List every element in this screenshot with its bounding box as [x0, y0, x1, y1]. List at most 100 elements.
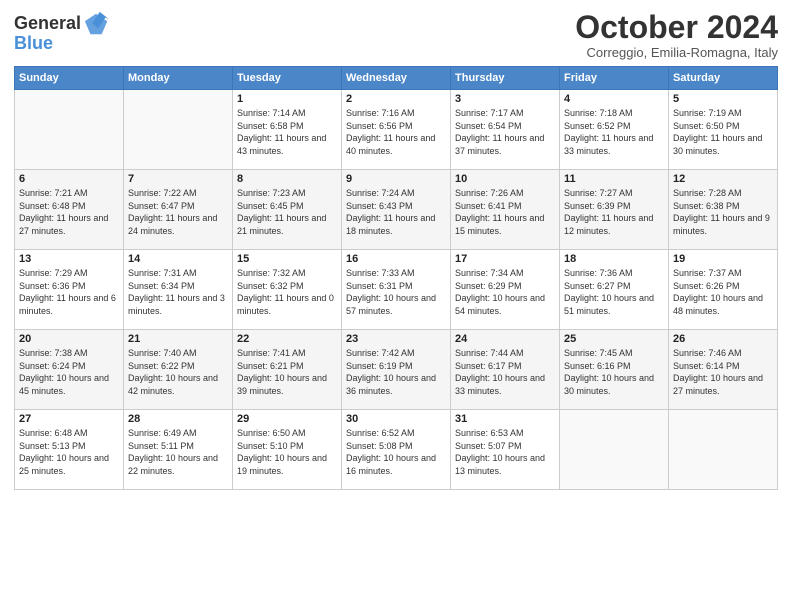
- location: Correggio, Emilia-Romagna, Italy: [575, 45, 778, 60]
- day-number: 1: [237, 93, 337, 105]
- weekday-header-wednesday: Wednesday: [342, 67, 451, 90]
- logo: General Blue: [14, 10, 111, 54]
- calendar-cell: 8 Sunrise: 7:23 AMSunset: 6:45 PMDaylight…: [233, 170, 342, 250]
- calendar-cell: [669, 410, 778, 490]
- header: General Blue October 2024 Correggio, Emi…: [14, 10, 778, 60]
- day-number: 30: [346, 413, 446, 425]
- weekday-header-thursday: Thursday: [451, 67, 560, 90]
- weekday-header-sunday: Sunday: [15, 67, 124, 90]
- day-info: Sunrise: 7:26 AMSunset: 6:41 PMDaylight:…: [455, 187, 555, 237]
- day-number: 25: [564, 333, 664, 345]
- day-info: Sunrise: 7:24 AMSunset: 6:43 PMDaylight:…: [346, 187, 446, 237]
- week-row-5: 27Sunrise: 6:48 AMSunset: 5:13 PMDayligh…: [15, 410, 778, 490]
- day-number: 8: [237, 173, 337, 185]
- calendar-cell: [560, 410, 669, 490]
- title-block: October 2024 Correggio, Emilia-Romagna, …: [575, 10, 778, 60]
- day-info: Sunrise: 6:48 AMSunset: 5:13 PMDaylight:…: [19, 427, 119, 477]
- day-number: 20: [19, 333, 119, 345]
- calendar-cell: 11Sunrise: 7:27 AMSunset: 6:39 PMDayligh…: [560, 170, 669, 250]
- day-number: 22: [237, 333, 337, 345]
- day-info: Sunrise: 7:31 AMSunset: 6:34 PMDaylight:…: [128, 267, 228, 317]
- calendar-cell: 4 Sunrise: 7:18 AMSunset: 6:52 PMDaylight…: [560, 90, 669, 170]
- calendar-cell: 18 Sunrise: 7:36 AMSunset: 6:27 PMDayligh…: [560, 250, 669, 330]
- day-info: Sunrise: 7:41 AMSunset: 6:21 PMDaylight:…: [237, 347, 337, 397]
- day-number: 21: [128, 333, 228, 345]
- day-number: 4: [564, 93, 664, 105]
- day-info: Sunrise: 6:53 AMSunset: 5:07 PMDaylight:…: [455, 427, 555, 477]
- calendar-cell: 30 Sunrise: 6:52 AMSunset: 5:08 PMDayligh…: [342, 410, 451, 490]
- day-number: 6: [19, 173, 119, 185]
- calendar-cell: 24 Sunrise: 7:44 AMSunset: 6:17 PMDayligh…: [451, 330, 560, 410]
- weekday-header-monday: Monday: [124, 67, 233, 90]
- calendar-cell: 9Sunrise: 7:24 AMSunset: 6:43 PMDaylight…: [342, 170, 451, 250]
- month-title: October 2024: [575, 10, 778, 45]
- day-info: Sunrise: 7:23 AMSunset: 6:45 PMDaylight:…: [237, 187, 337, 237]
- calendar-cell: 3Sunrise: 7:17 AMSunset: 6:54 PMDaylight…: [451, 90, 560, 170]
- calendar-cell: 22 Sunrise: 7:41 AMSunset: 6:21 PMDayligh…: [233, 330, 342, 410]
- logo-blue-text: Blue: [14, 34, 53, 54]
- day-number: 16: [346, 253, 446, 265]
- day-info: Sunrise: 6:52 AMSunset: 5:08 PMDaylight:…: [346, 427, 446, 477]
- day-info: Sunrise: 7:19 AMSunset: 6:50 PMDaylight:…: [673, 107, 773, 157]
- day-info: Sunrise: 7:34 AMSunset: 6:29 PMDaylight:…: [455, 267, 555, 317]
- day-number: 11: [564, 173, 664, 185]
- week-row-2: 6Sunrise: 7:21 AMSunset: 6:48 PMDaylight…: [15, 170, 778, 250]
- calendar-cell: 2 Sunrise: 7:16 AMSunset: 6:56 PMDaylight…: [342, 90, 451, 170]
- day-number: 14: [128, 253, 228, 265]
- calendar-cell: 7 Sunrise: 7:22 AMSunset: 6:47 PMDaylight…: [124, 170, 233, 250]
- calendar-cell: 20 Sunrise: 7:38 AMSunset: 6:24 PMDayligh…: [15, 330, 124, 410]
- calendar-cell: 26 Sunrise: 7:46 AMSunset: 6:14 PMDayligh…: [669, 330, 778, 410]
- day-number: 26: [673, 333, 773, 345]
- day-info: Sunrise: 7:40 AMSunset: 6:22 PMDaylight:…: [128, 347, 228, 397]
- day-info: Sunrise: 7:45 AMSunset: 6:16 PMDaylight:…: [564, 347, 664, 397]
- day-number: 17: [455, 253, 555, 265]
- day-info: Sunrise: 7:33 AMSunset: 6:31 PMDaylight:…: [346, 267, 446, 317]
- day-info: Sunrise: 7:38 AMSunset: 6:24 PMDaylight:…: [19, 347, 119, 397]
- calendar-cell: 6Sunrise: 7:21 AMSunset: 6:48 PMDaylight…: [15, 170, 124, 250]
- calendar-cell: 12 Sunrise: 7:28 AMSunset: 6:38 PMDayligh…: [669, 170, 778, 250]
- day-info: Sunrise: 7:36 AMSunset: 6:27 PMDaylight:…: [564, 267, 664, 317]
- calendar-cell: 25 Sunrise: 7:45 AMSunset: 6:16 PMDayligh…: [560, 330, 669, 410]
- calendar-cell: 10 Sunrise: 7:26 AMSunset: 6:41 PMDayligh…: [451, 170, 560, 250]
- day-number: 24: [455, 333, 555, 345]
- calendar-cell: 17 Sunrise: 7:34 AMSunset: 6:29 PMDayligh…: [451, 250, 560, 330]
- weekday-header-tuesday: Tuesday: [233, 67, 342, 90]
- day-info: Sunrise: 7:44 AMSunset: 6:17 PMDaylight:…: [455, 347, 555, 397]
- calendar-cell: 23Sunrise: 7:42 AMSunset: 6:19 PMDayligh…: [342, 330, 451, 410]
- day-info: Sunrise: 7:32 AMSunset: 6:32 PMDaylight:…: [237, 267, 337, 317]
- day-number: 19: [673, 253, 773, 265]
- weekday-header-friday: Friday: [560, 67, 669, 90]
- logo-icon: [83, 10, 111, 38]
- day-number: 2: [346, 93, 446, 105]
- weekday-header-row: SundayMondayTuesdayWednesdayThursdayFrid…: [15, 67, 778, 90]
- day-info: Sunrise: 7:28 AMSunset: 6:38 PMDaylight:…: [673, 187, 773, 237]
- day-info: Sunrise: 7:16 AMSunset: 6:56 PMDaylight:…: [346, 107, 446, 157]
- calendar-cell: 1Sunrise: 7:14 AMSunset: 6:58 PMDaylight…: [233, 90, 342, 170]
- calendar-cell: [124, 90, 233, 170]
- calendar-cell: 5 Sunrise: 7:19 AMSunset: 6:50 PMDaylight…: [669, 90, 778, 170]
- day-number: 10: [455, 173, 555, 185]
- day-number: 5: [673, 93, 773, 105]
- day-info: Sunrise: 7:46 AMSunset: 6:14 PMDaylight:…: [673, 347, 773, 397]
- day-number: 3: [455, 93, 555, 105]
- day-info: Sunrise: 7:18 AMSunset: 6:52 PMDaylight:…: [564, 107, 664, 157]
- day-number: 28: [128, 413, 228, 425]
- calendar-cell: 16 Sunrise: 7:33 AMSunset: 6:31 PMDayligh…: [342, 250, 451, 330]
- day-number: 29: [237, 413, 337, 425]
- calendar-cell: 21 Sunrise: 7:40 AMSunset: 6:22 PMDayligh…: [124, 330, 233, 410]
- calendar-cell: [15, 90, 124, 170]
- day-info: Sunrise: 7:37 AMSunset: 6:26 PMDaylight:…: [673, 267, 773, 317]
- day-info: Sunrise: 7:42 AMSunset: 6:19 PMDaylight:…: [346, 347, 446, 397]
- calendar-cell: 29 Sunrise: 6:50 AMSunset: 5:10 PMDayligh…: [233, 410, 342, 490]
- calendar-cell: 27Sunrise: 6:48 AMSunset: 5:13 PMDayligh…: [15, 410, 124, 490]
- calendar-cell: 31Sunrise: 6:53 AMSunset: 5:07 PMDayligh…: [451, 410, 560, 490]
- day-info: Sunrise: 6:50 AMSunset: 5:10 PMDaylight:…: [237, 427, 337, 477]
- calendar-cell: 15Sunrise: 7:32 AMSunset: 6:32 PMDayligh…: [233, 250, 342, 330]
- day-number: 18: [564, 253, 664, 265]
- day-info: Sunrise: 7:22 AMSunset: 6:47 PMDaylight:…: [128, 187, 228, 237]
- logo-text: General: [14, 14, 81, 34]
- calendar-cell: 13Sunrise: 7:29 AMSunset: 6:36 PMDayligh…: [15, 250, 124, 330]
- day-number: 12: [673, 173, 773, 185]
- week-row-3: 13Sunrise: 7:29 AMSunset: 6:36 PMDayligh…: [15, 250, 778, 330]
- day-number: 7: [128, 173, 228, 185]
